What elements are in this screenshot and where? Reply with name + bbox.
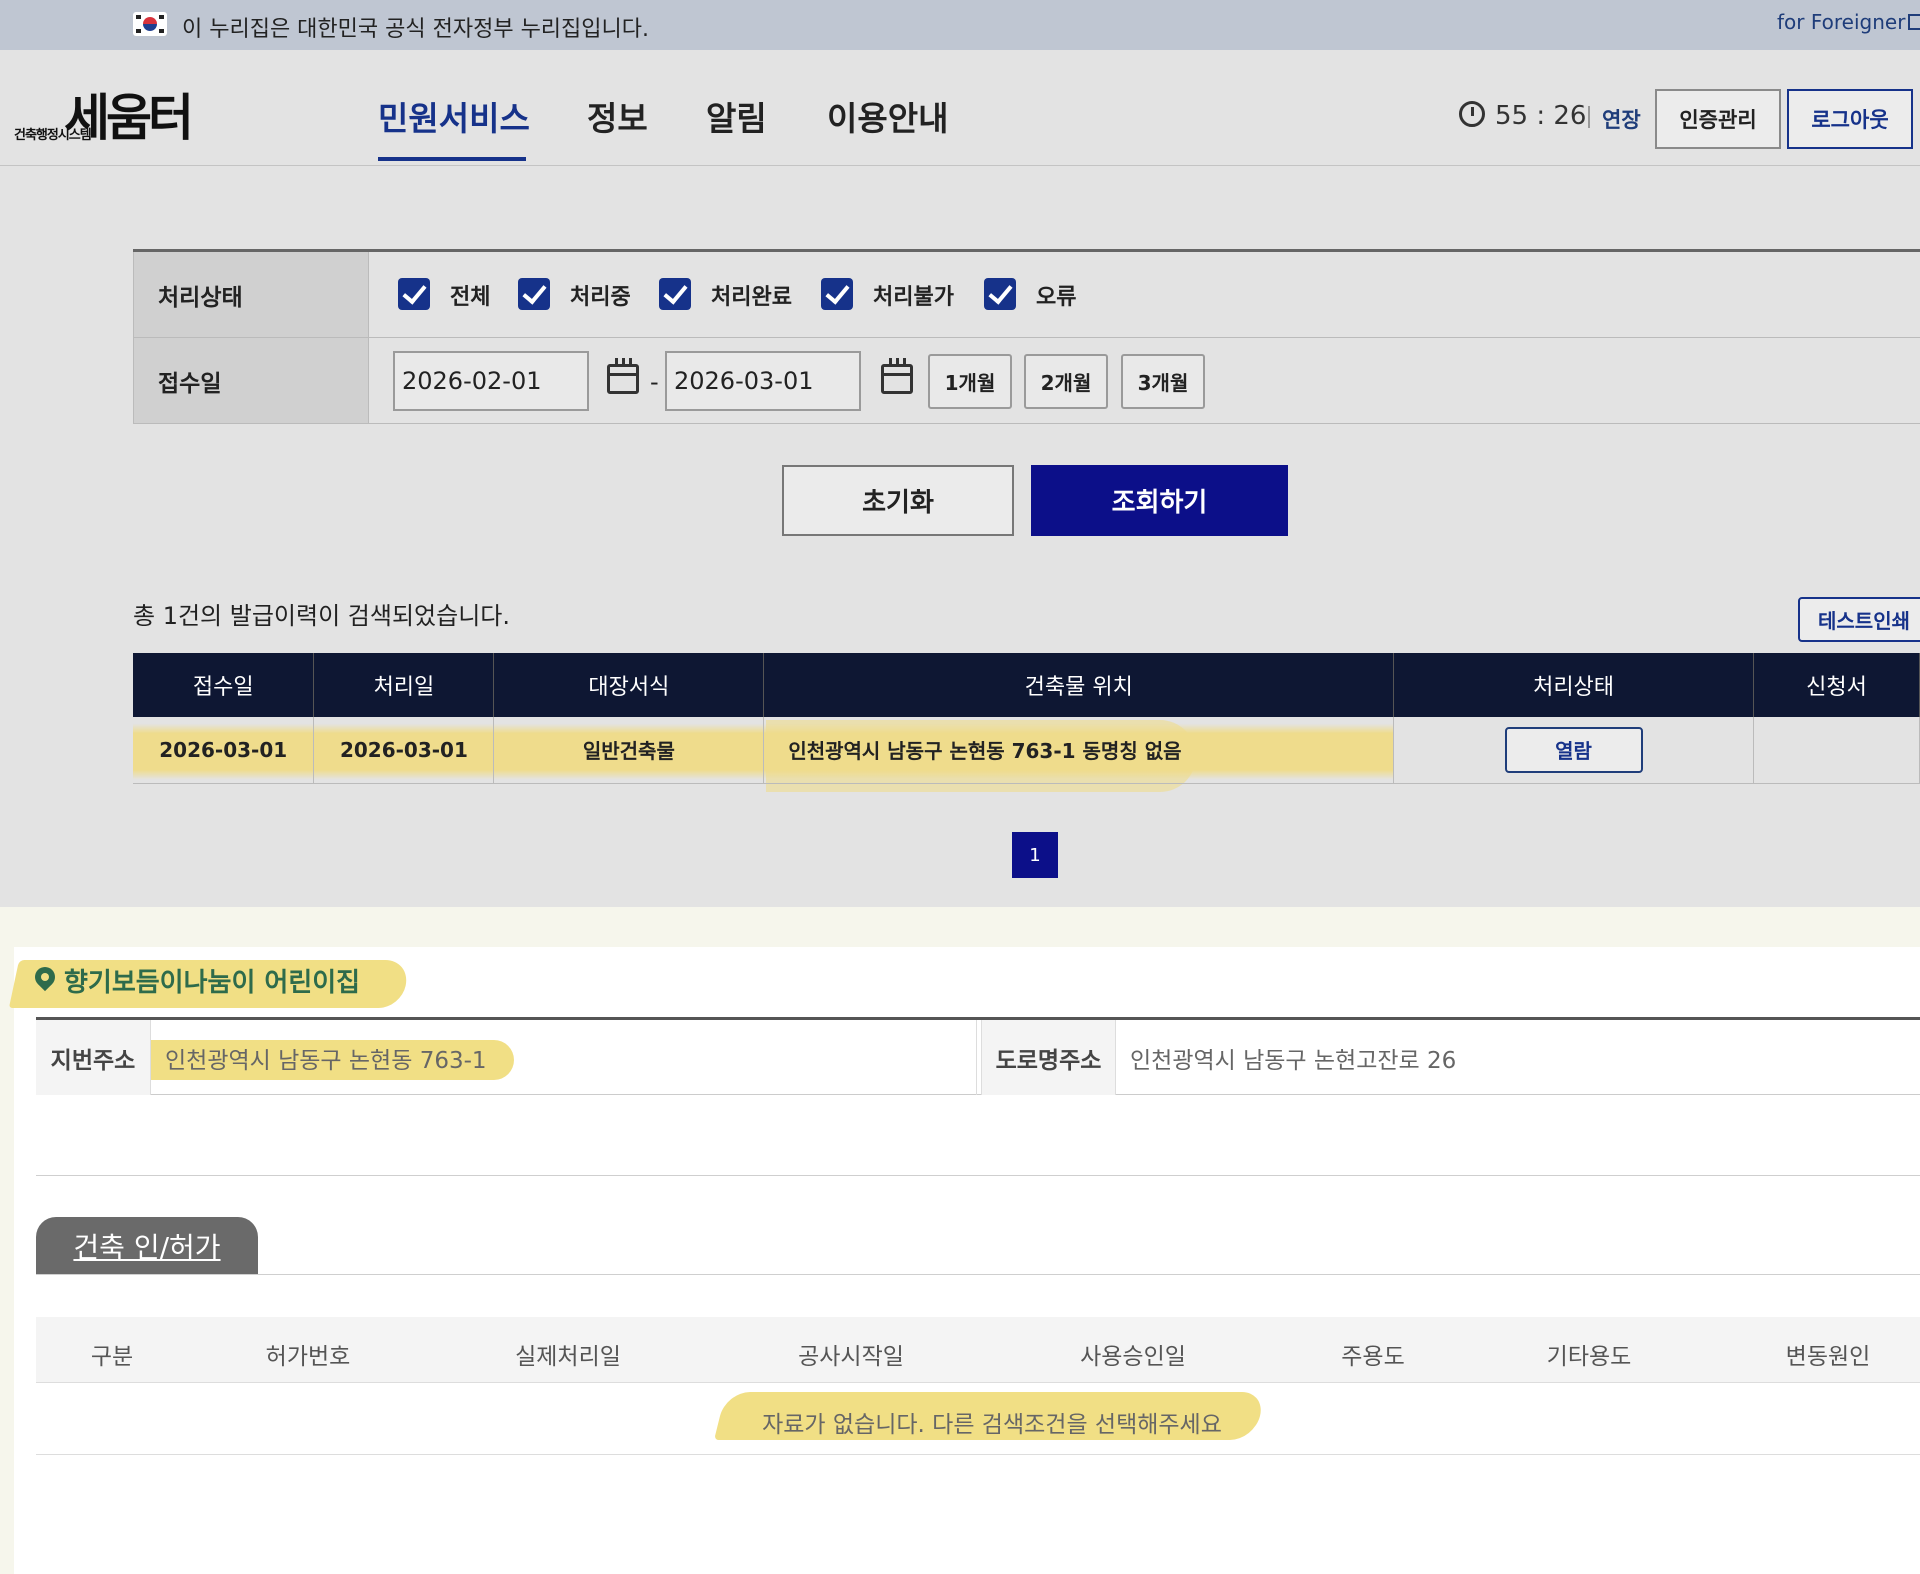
tab-building-permit[interactable]: 건축 인/허가 (36, 1217, 258, 1275)
session-timer: 55 : 26 (1495, 101, 1587, 131)
alarm-clock-icon (1459, 101, 1485, 127)
view-button[interactable]: 열람 (1504, 726, 1643, 773)
checkbox-rejected-label[interactable]: 처리불가 (873, 279, 954, 311)
road-address-label: 도로명주소 (981, 1020, 1116, 1095)
col-status: 처리상태 (1393, 653, 1755, 717)
cell-received: 2026-03-01 (133, 717, 315, 784)
address-table: 지번주소 인천광역시 남동구 논현동 763-1 도로명주소 인천광역시 남동구… (36, 1017, 1920, 1095)
col-approval-date: 사용승인일 (1080, 1344, 1186, 1370)
checkbox-completed-label[interactable]: 처리완료 (711, 279, 792, 311)
tab-divider (36, 1274, 1920, 1275)
col-category: 구분 (90, 1344, 134, 1370)
nav-civil-service[interactable]: 민원서비스 (378, 92, 530, 140)
jibun-address-label: 지번주소 (36, 1020, 151, 1095)
for-foreigner-link[interactable]: for Foreigner (1777, 10, 1905, 34)
result-count-text: 총 1건의 발급이력이 검색되었습니다. (133, 602, 510, 630)
cell-location: 인천광역시 남동구 논현동 763-1 동명칭 없음 (763, 717, 1395, 784)
jibun-address-value: 인천광역시 남동구 논현동 763-1 (151, 1020, 977, 1095)
calendar-icon[interactable] (881, 358, 913, 394)
logout-button[interactable]: 로그아웃 (1787, 89, 1913, 149)
cell-status: 열람 (1393, 717, 1755, 784)
checkbox-error[interactable] (984, 278, 1016, 310)
logo-sub-text: 건축행정시스템 (14, 128, 92, 143)
col-change-reason: 변동원인 (1785, 1344, 1871, 1370)
nav-notice[interactable]: 알림 (706, 92, 767, 140)
col-processed: 처리일 (313, 653, 495, 717)
section-divider (36, 1175, 1920, 1176)
cert-management-button[interactable]: 인증관리 (1655, 89, 1781, 149)
search-form: 처리상태 전체 처리중 처리완료 처리불가 오류 접수일 2026-02-01 … (133, 249, 1920, 425)
results-table: 접수일 처리일 대장서식 건축물 위치 처리상태 신청서 2026-03-01 … (133, 653, 1920, 784)
nav-active-indicator (378, 157, 526, 161)
col-other-use: 기타용도 (1546, 1344, 1632, 1370)
col-permit-number: 허가번호 (265, 1344, 351, 1370)
checkbox-all-label[interactable]: 전체 (450, 279, 490, 311)
korea-flag-icon (133, 12, 167, 36)
extend-session-link[interactable]: 연장 (1602, 104, 1641, 134)
permit-table-header: 구분 허가번호 실제처리일 공사시작일 사용승인일 주용도 기타용도 변동원인 (36, 1317, 1920, 1383)
test-print-button[interactable]: 테스트인쇄 (1798, 597, 1920, 642)
permit-table-bottom (36, 1454, 1920, 1455)
checkbox-processing[interactable] (518, 278, 550, 310)
col-start-date: 공사시작일 (798, 1344, 904, 1370)
date-from-input[interactable]: 2026-02-01 (393, 351, 589, 411)
status-label: 처리상태 (133, 252, 369, 337)
col-actual-date: 실제처리일 (515, 1344, 621, 1370)
date-separator: - (650, 368, 659, 396)
reset-button[interactable]: 초기화 (782, 465, 1014, 536)
col-main-use: 주용도 (1341, 1344, 1405, 1370)
checkbox-all[interactable] (398, 278, 430, 310)
status-row: 처리상태 전체 처리중 처리완료 처리불가 오류 (133, 252, 1920, 338)
cell-form: 일반건축물 (493, 717, 765, 784)
checkbox-processing-label[interactable]: 처리중 (570, 279, 631, 311)
nav-guide[interactable]: 이용안내 (827, 92, 948, 140)
col-received: 접수일 (133, 653, 315, 717)
period-3-month-button[interactable]: 3개월 (1121, 354, 1205, 409)
cell-application (1753, 717, 1920, 784)
nav-info[interactable]: 정보 (587, 92, 648, 140)
period-2-month-button[interactable]: 2개월 (1024, 354, 1108, 409)
road-address-value: 인천광역시 남동구 논현고잔로 26 (1130, 1047, 1457, 1074)
seumteo-logo[interactable]: 세움터 건축행정시스템 (14, 76, 226, 148)
checkbox-rejected[interactable] (821, 278, 853, 310)
date-row: 접수일 2026-02-01 - 2026-03-01 1개월 2개월 3개월 (133, 338, 1920, 424)
empty-message: 자료가 없습니다. 다른 검색조건을 선택해주세요 (762, 1412, 1222, 1438)
results-header-row: 접수일 처리일 대장서식 건축물 위치 처리상태 신청서 (133, 653, 1920, 717)
col-location: 건축물 위치 (763, 653, 1395, 717)
building-name: 향기보듬이나눔이 어린이집 (64, 968, 361, 998)
table-row: 2026-03-01 2026-03-01 일반건축물 인천광역시 남동구 논현… (133, 717, 1920, 784)
cell-processed: 2026-03-01 (313, 717, 495, 784)
checkbox-error-label[interactable]: 오류 (1036, 279, 1076, 311)
pagination-page-1[interactable]: 1 (1012, 832, 1058, 878)
timer-separator (1588, 106, 1590, 128)
header-divider (0, 165, 1920, 166)
search-button[interactable]: 조회하기 (1031, 465, 1288, 536)
col-application: 신청서 (1753, 653, 1920, 717)
calendar-icon[interactable] (607, 358, 639, 394)
external-link-icon[interactable] (1908, 14, 1920, 30)
gov-banner-text: 이 누리집은 대한민국 공식 전자정부 누리집입니다. (182, 17, 650, 42)
date-label: 접수일 (133, 338, 369, 423)
col-form: 대장서식 (493, 653, 765, 717)
date-to-input[interactable]: 2026-03-01 (665, 351, 861, 411)
checkbox-completed[interactable] (659, 278, 691, 310)
period-1-month-button[interactable]: 1개월 (928, 354, 1012, 409)
